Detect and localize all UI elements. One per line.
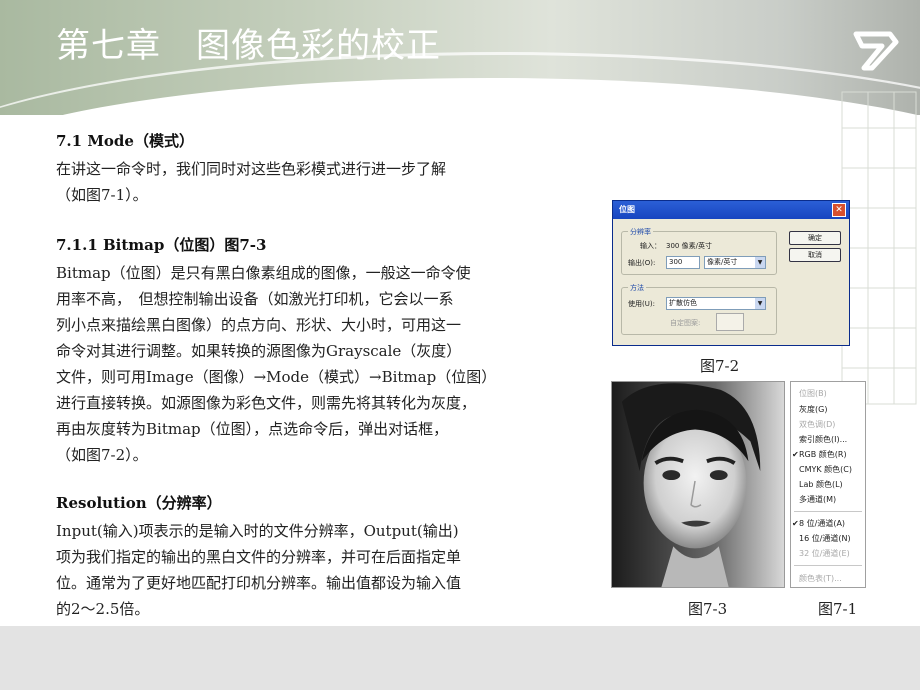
paragraph-resolution: Input(输入)项表示的是输入时的文件分辨率，Output(输出) 项为我们指定… [56,518,616,622]
cancel-button[interactable]: 取消 [789,248,841,262]
menu-item-label: 灰度(G) [799,405,828,414]
resolution-paragraph-line: 项为我们指定的输出的黑白文件的分辨率，并可在后面指定单 [56,548,462,566]
resolution-group: 分辨率 输入： 300 像素/英寸 输出(O): 300 像素/英寸 ▼ [621,227,777,275]
menu-item[interactable]: CMYK 颜色(C) [799,462,852,477]
ok-button[interactable]: 确定 [789,231,841,245]
paragraph-intro-line1: 在讲这一命令时，我们同时对这些色彩模式进行进一步了解 [56,160,447,178]
menu-item-label: 8 位/通道(A) [799,519,846,528]
menu-item[interactable]: 灰度(G) [799,402,827,417]
caption-fig1: 图7-1 [818,600,858,618]
pattern-picker [716,313,744,331]
menu-item[interactable]: 索引颜色(I)... [799,432,847,447]
bitmap-paragraph-line: 文件，则可用Image（图像）→Mode（模式）→Bitmap（位图） [56,368,497,386]
unit-select[interactable]: 像素/英寸 ▼ [704,256,766,269]
dialog-title: 位图 [619,205,635,214]
menu-item-label: 多通道(M) [799,495,837,504]
menu-item-label: 颜色表(T)... [799,574,842,583]
menu-item: 位图(B) [799,386,827,401]
dialog-titlebar: 位图 ✕ [613,201,849,219]
heading-bitmap: 7.1.1 Bitmap（位图）图7-3 [56,236,267,254]
resolution-paragraph-line: 位。通常为了更好地匹配打印机分辨率。输出值都设为输入值 [56,574,462,592]
bitmap-paragraph-line: （如图7-2）。 [56,446,148,464]
menu-item: 32 位/通道(E) [799,546,850,561]
slide-body: 7.1 Mode（模式） 在讲这一命令时，我们同时对这些色彩模式进行进一步了解 … [56,128,616,622]
close-icon[interactable]: ✕ [832,203,846,217]
use-label: 使用(U): [628,300,655,308]
slide-title: 第七章 图像色彩的校正 [56,26,441,66]
menu-item: 颜色表(T)... [799,571,842,586]
logo-icon [853,31,899,71]
menu-item-label: 双色调(D) [799,420,836,429]
resolution-group-label: 分辨率 [628,227,653,237]
portrait-photo [611,381,785,588]
mode-menu: 位图(B) 灰度(G) 双色调(D) 索引颜色(I)... ✔ RGB 颜色(R) CMYK… [790,381,866,588]
checkmark-icon: ✔ [792,519,799,528]
menu-separator [794,511,862,512]
menu-item-label: 索引颜色(I)... [799,435,848,444]
method-group: 方法 使用(U): 扩散仿色 ▼ 自定图案: [621,283,777,335]
caption-fig2: 图7-2 [700,357,740,375]
menu-item[interactable]: 多通道(M) [799,492,836,507]
bitmap-paragraph-line: 再由灰度转为Bitmap（位图），点选命令后，弹出对话框， [56,420,449,438]
method-select-value: 扩散仿色 [669,299,697,307]
menu-item[interactable]: 16 位/通道(N) [799,531,851,546]
bitmap-dialog: 位图 ✕ 分辨率 输入： 300 像素/英寸 输出(O): 300 像素/英寸 … [612,200,850,346]
bitmap-paragraph-line: 用率不高， 但想控制输出设备（如激光打印机，它会以一系 [56,290,454,308]
menu-item[interactable]: ✔ RGB 颜色(R) [792,447,847,462]
paragraph-intro-line2: （如图7-1）。 [56,186,148,204]
menu-separator [794,565,862,566]
chevron-down-icon: ▼ [755,298,765,309]
input-value: 300 像素/英寸 [666,242,712,250]
resolution-paragraph-line: 的2～2.5倍。 [56,600,150,618]
menu-item: 双色调(D) [799,417,835,432]
output-label: 输出(O): [628,259,656,267]
heading-mode: 7.1 Mode（模式） [56,132,194,150]
heading-resolution: Resolution（分辨率） [56,494,222,512]
menu-item[interactable]: Lab 颜色(L) [799,477,843,492]
menu-item-label: 16 位/通道(N) [799,534,851,543]
bitmap-paragraph-line: 进行直接转换。如源图像为彩色文件，则需先将其转化为灰度， [56,394,477,412]
footer-bar [0,626,920,690]
menu-item-label: 32 位/通道(E) [799,549,850,558]
menu-item-label: Lab 颜色(L) [799,480,843,489]
menu-item-label: CMYK 颜色(C) [799,465,852,474]
menu-item-label: RGB 颜色(R) [799,450,847,459]
bitmap-paragraph-line: Bitmap（位图）是只有黑白像素组成的图像，一般这一命令使 [56,264,471,282]
input-label: 输入： [640,242,661,250]
output-field[interactable]: 300 [666,256,700,269]
decorative-grid [841,91,917,405]
unit-select-value: 像素/英寸 [707,258,738,266]
method-group-label: 方法 [628,283,646,293]
resolution-paragraph-line: Input(输入)项表示的是输入时的文件分辨率，Output(输出) [56,522,459,540]
menu-item[interactable]: ✔ 8 位/通道(A) [792,516,846,531]
menu-item-label: 位图(B) [799,389,827,398]
pattern-label: 自定图案: [670,319,701,327]
bitmap-paragraph-line: 命令对其进行调整。如果转换的源图像为Grayscale（灰度） [56,342,462,360]
method-select[interactable]: 扩散仿色 ▼ [666,297,766,310]
checkmark-icon: ✔ [792,450,799,459]
paragraph-bitmap: Bitmap（位图）是只有黑白像素组成的图像，一般这一命令使 用率不高， 但想控制… [56,260,616,468]
chevron-down-icon: ▼ [755,257,765,268]
caption-fig3: 图7-3 [688,600,728,618]
bitmap-paragraph-line: 列小点来描绘黑白图像）的点方向、形状、大小时，可用这一 [56,316,462,334]
